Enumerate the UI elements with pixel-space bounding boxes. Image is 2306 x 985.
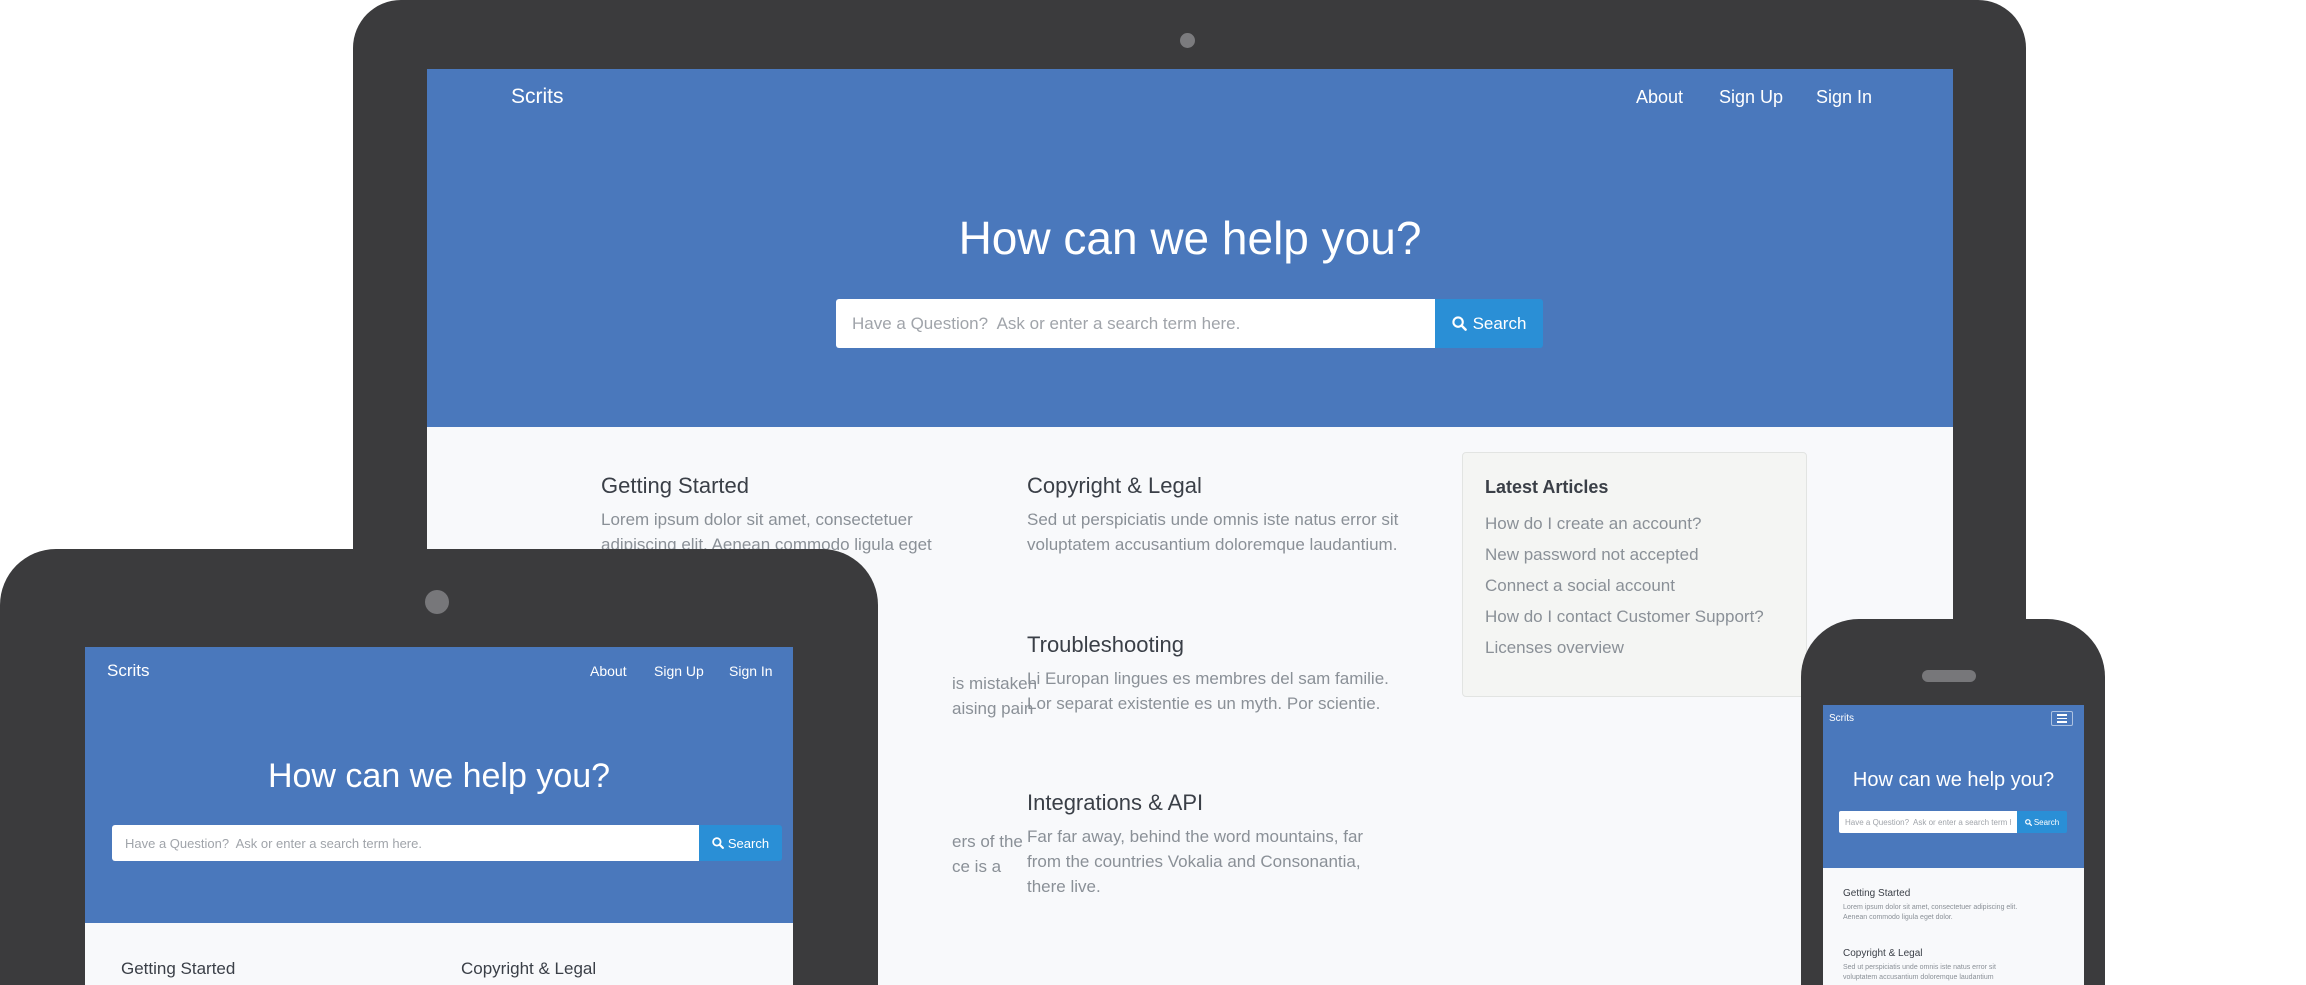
- section-title[interactable]: Getting Started: [121, 959, 235, 979]
- section-title[interactable]: Copyright & Legal: [461, 959, 596, 979]
- section-title[interactable]: Copyright & Legal: [1843, 948, 2075, 959]
- section-title[interactable]: Integrations & API: [1027, 790, 1387, 816]
- left-column-fragment: ers of the ce is a: [952, 829, 1023, 879]
- hero-section: Scrits How can we help you? Search: [1823, 705, 2084, 868]
- nav-about-link[interactable]: About: [590, 663, 627, 679]
- section-title[interactable]: Getting Started: [601, 473, 961, 499]
- section-getting-started: Getting Started Lorem ipsum dolor sit am…: [1843, 888, 2075, 923]
- article-link[interactable]: New password not accepted: [1485, 539, 1784, 570]
- fragment-line: is mistaken: [952, 674, 1038, 693]
- fragment-line: aising pain: [952, 699, 1034, 718]
- section-getting-started: Getting Started: [121, 959, 235, 979]
- nav-about-link[interactable]: About: [1636, 87, 1683, 108]
- search-button[interactable]: Search: [699, 825, 782, 861]
- section-text: Lorem ipsum dolor sit amet, consectetuer…: [1843, 903, 2075, 923]
- search-icon: [1451, 316, 1467, 331]
- left-column-fragment: is mistaken aising pain: [952, 671, 1037, 721]
- article-link[interactable]: Licenses overview: [1485, 632, 1784, 663]
- search-icon: [2024, 818, 2032, 826]
- search-input[interactable]: [1839, 811, 2017, 833]
- hero-section: Scrits About Sign Up Sign In How can we …: [85, 647, 793, 923]
- fragment-line: ers of the: [952, 832, 1023, 851]
- section-text: Far far away, behind the word mountains,…: [1027, 827, 1364, 896]
- latest-articles-panel: Latest Articles How do I create an accou…: [1462, 452, 1807, 697]
- section-title[interactable]: Copyright & Legal: [1027, 473, 1402, 499]
- section-text-line: voluptatem accusantium doloremque laudan…: [1843, 974, 1994, 981]
- article-link[interactable]: How do I create an account?: [1485, 508, 1784, 539]
- section-text: Sed ut perspiciatis unde omnis iste natu…: [1027, 510, 1399, 554]
- brand-logo[interactable]: Scrits: [107, 661, 150, 681]
- section-text-line: Sed ut perspiciatis unde omnis iste natu…: [1843, 964, 1996, 971]
- search-button[interactable]: Search: [2017, 811, 2067, 833]
- section-integrations-api: Integrations & API Far far away, behind …: [1027, 790, 1387, 899]
- search-button-label: Search: [1472, 313, 1527, 333]
- section-text: Li Europan lingues es membres del sam fa…: [1027, 669, 1389, 713]
- fragment-line: ce is a: [952, 857, 1002, 876]
- brand-logo[interactable]: Scrits: [1829, 713, 1854, 724]
- phone-speaker: [1922, 670, 1976, 682]
- nav-signup-link[interactable]: Sign Up: [1719, 87, 1783, 108]
- search-input[interactable]: [836, 299, 1436, 348]
- nav-signin-link[interactable]: Sign In: [729, 663, 773, 679]
- nav-signin-link[interactable]: Sign In: [1816, 87, 1872, 108]
- brand-logo[interactable]: Scrits: [511, 85, 564, 109]
- tablet-camera: [425, 590, 449, 614]
- section-title[interactable]: Troubleshooting: [1027, 632, 1402, 658]
- hero-title: How can we help you?: [1852, 769, 2055, 791]
- laptop-camera: [1180, 33, 1195, 48]
- hero-section: Scrits About Sign Up Sign In How can we …: [427, 69, 1953, 427]
- section-copyright-legal: Copyright & Legal: [461, 959, 596, 979]
- section-copyright-legal: Copyright & Legal Sed ut perspiciatis un…: [1843, 948, 2075, 983]
- section-troubleshooting: Troubleshooting Li Europan lingues es me…: [1027, 632, 1402, 716]
- article-link[interactable]: How do I contact Customer Support?: [1485, 601, 1784, 632]
- section-text: Sed ut perspiciatis unde omnis iste natu…: [1843, 963, 2075, 983]
- section-title[interactable]: Getting Started: [1843, 888, 2075, 899]
- latest-articles-title: Latest Articles: [1485, 477, 1609, 497]
- section-text-line: Lorem ipsum dolor sit amet, consectetuer…: [1843, 904, 2018, 911]
- nav-signup-link[interactable]: Sign Up: [654, 663, 704, 679]
- search-button-label: Search: [727, 835, 770, 851]
- section-text-line: Aenean commodo ligula eget dolor.: [1843, 914, 1953, 921]
- hamburger-menu-icon[interactable]: [2051, 711, 2073, 726]
- section-copyright-legal: Copyright & Legal Sed ut perspiciatis un…: [1027, 473, 1402, 557]
- phone-screen: Scrits How can we help you? Search Getti…: [1823, 705, 2084, 985]
- search-button-label: Search: [2033, 817, 2060, 827]
- search-button[interactable]: Search: [1435, 299, 1543, 348]
- tablet-screen: Scrits About Sign Up Sign In How can we …: [85, 647, 793, 985]
- hero-title: How can we help you?: [958, 212, 1422, 264]
- hero-title: How can we help you?: [267, 757, 611, 795]
- article-link[interactable]: Connect a social account: [1485, 570, 1784, 601]
- search-input[interactable]: [112, 825, 699, 861]
- search-icon: [712, 837, 724, 849]
